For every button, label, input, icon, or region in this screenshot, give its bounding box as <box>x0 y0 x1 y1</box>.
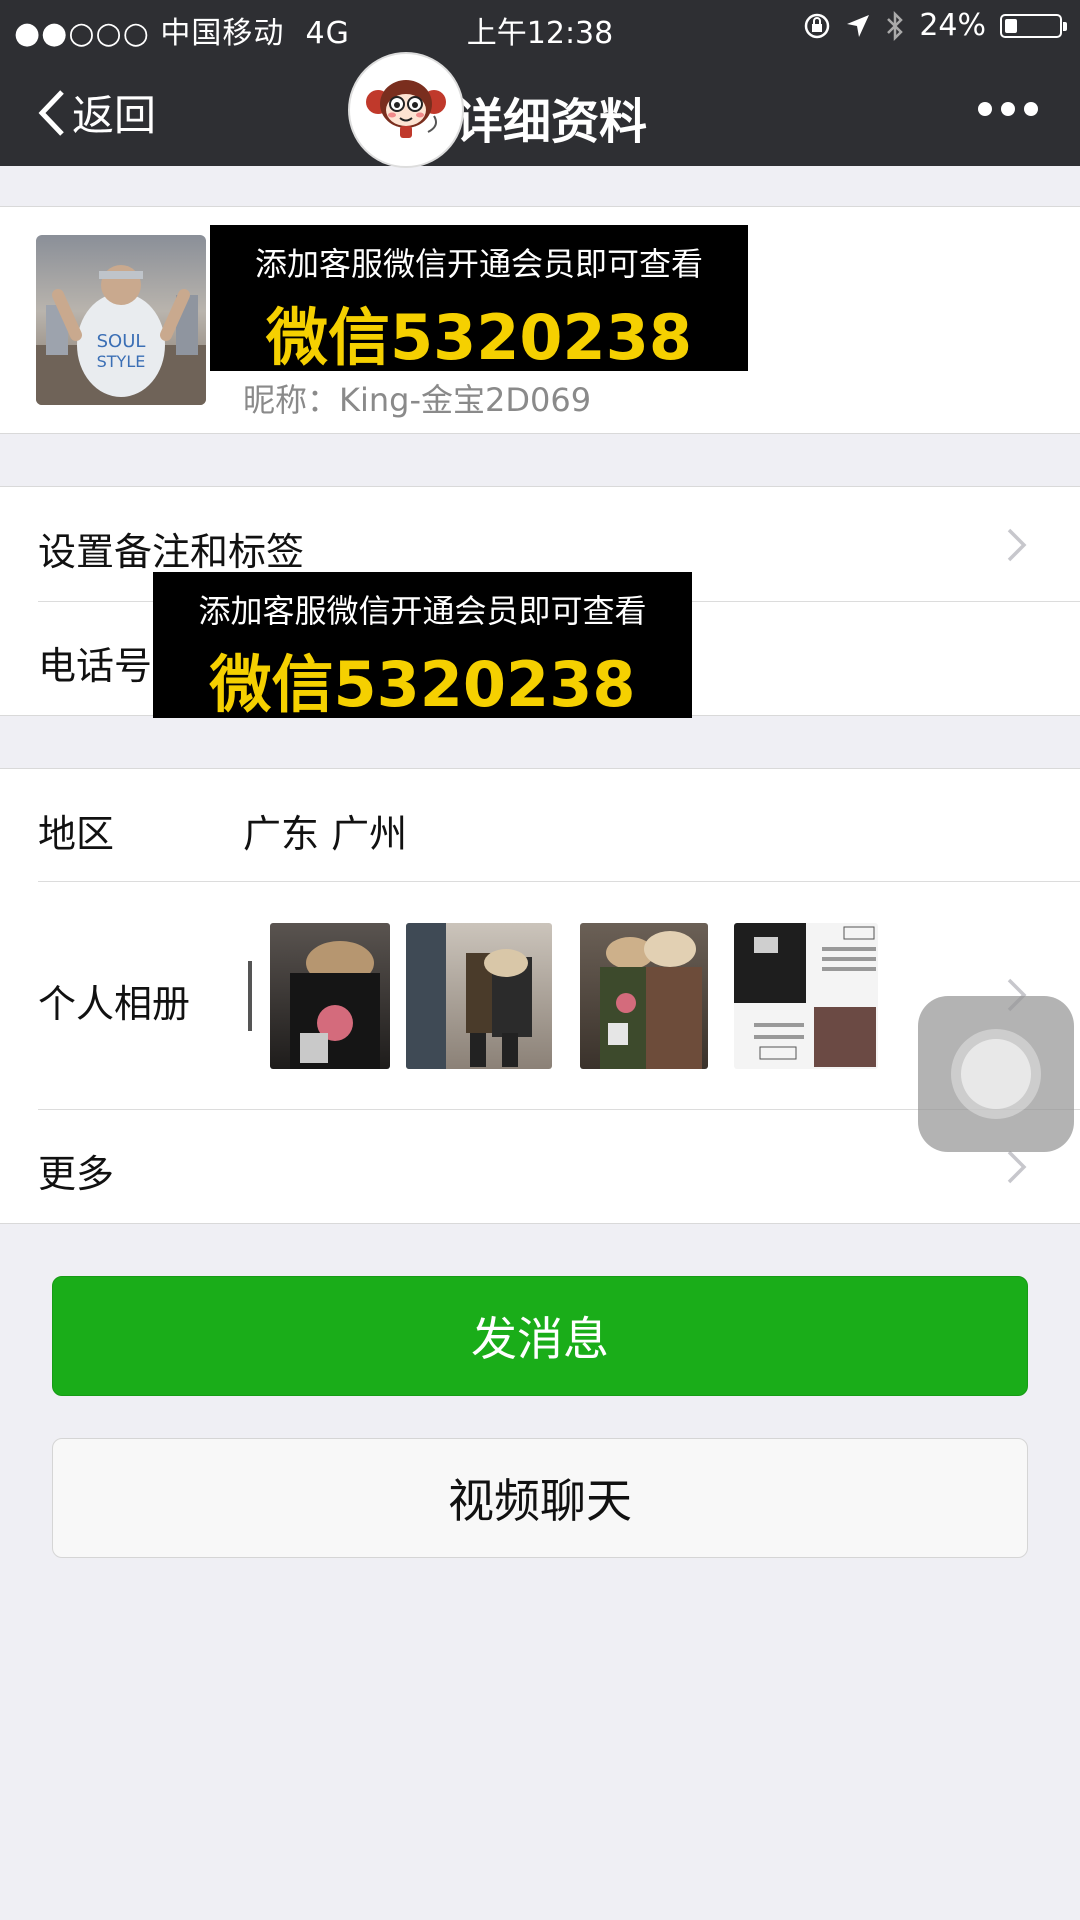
album-thumbnails <box>248 923 888 1069</box>
chevron-right-icon <box>1007 1150 1027 1184</box>
more-label: 更多 <box>38 1152 115 1196</box>
ad-banner: 添加客服微信开通会员即可查看 微信5320238 <box>153 572 692 721</box>
battery-icon <box>1000 13 1067 38</box>
region-label: 地区 <box>38 812 115 856</box>
bluetooth-icon <box>887 10 904 41</box>
chevron-left-icon <box>38 89 64 136</box>
nickname: 昵称：King-金宝2D069 <box>243 381 592 419</box>
status-right: 24% <box>803 8 1067 43</box>
nav-bar: 返回 详细资料 <box>0 54 1080 166</box>
album-photo <box>406 923 552 1069</box>
monkey-logo <box>348 52 464 168</box>
album-photo <box>270 923 390 1069</box>
ad-wechat-id: 微信5320238 <box>209 648 636 721</box>
status-bar: ●●○○○ 中国移动 4G 上午12:38 24% <box>0 0 1080 54</box>
region-row: 地区 广东 广州 <box>0 769 1080 883</box>
avatar[interactable]: SOUL STYLE <box>36 235 206 405</box>
svg-text:SOUL: SOUL <box>97 331 146 352</box>
back-button[interactable]: 返回 <box>36 82 156 143</box>
page-title: 详细资料 <box>455 94 648 150</box>
chevron-right-icon <box>1007 528 1027 562</box>
battery-percent: 24% <box>919 8 986 43</box>
send-message-button[interactable]: 发消息 <box>52 1276 1028 1396</box>
album-photo <box>734 923 878 1069</box>
region-value: 广东 广州 <box>243 812 408 856</box>
ad-wechat-id: 微信5320238 <box>266 301 692 374</box>
ad-text: 添加客服微信开通会员即可查看 <box>198 592 647 630</box>
ad-text: 添加客服微信开通会员即可查看 <box>254 245 703 283</box>
album-scroll-marker <box>248 961 252 1031</box>
ad-banner: 添加客服微信开通会员即可查看 微信5320238 <box>210 225 748 374</box>
assistive-touch-button[interactable] <box>918 996 1074 1152</box>
back-label: 返回 <box>72 91 157 140</box>
info-group: 地区 广东 广州 个人相册 更多 <box>0 768 1080 1224</box>
album-label: 个人相册 <box>38 982 191 1026</box>
remark-label: 设置备注和标签 <box>38 530 305 574</box>
video-chat-button[interactable]: 视频聊天 <box>52 1438 1028 1558</box>
location-icon <box>847 14 870 37</box>
more-menu-button[interactable] <box>978 102 1038 116</box>
album-photo <box>580 923 708 1069</box>
svg-text:STYLE: STYLE <box>97 352 146 371</box>
rotation-lock-icon <box>805 13 830 38</box>
phone-label: 电话号 <box>38 644 153 688</box>
